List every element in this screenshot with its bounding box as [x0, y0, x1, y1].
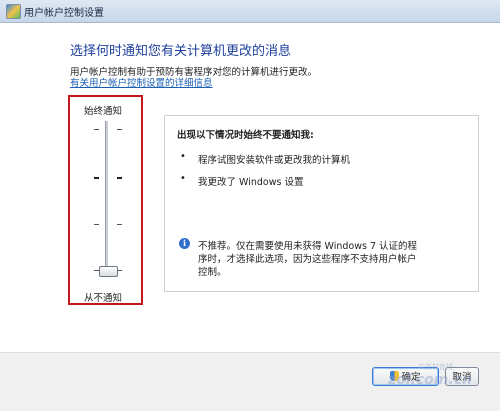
bullet-dot: •: [180, 173, 186, 184]
slider-bottom-label: 从不通知: [84, 293, 123, 304]
slider-track[interactable]: [105, 121, 108, 271]
uac-settings-window: 用户帐户控制设置 选择何时通知您有关计算机更改的消息 用户帐户控制有助于预防有害…: [0, 0, 500, 411]
slider-tick: [117, 177, 122, 179]
uac-settings-icon: [6, 4, 21, 19]
slider-tick: [117, 129, 122, 130]
uac-details-link[interactable]: 有关用户帐户控制设置的详细信息: [70, 75, 213, 89]
watermark-subtext: 中关村在线: [418, 363, 453, 371]
note-line: 控制。: [198, 267, 227, 278]
slider-tick: [94, 224, 99, 225]
info-icon: i: [179, 238, 190, 249]
slider-thumb[interactable]: [99, 266, 118, 277]
note-line: 不推荐。仅在需要使用未获得 Windows 7 认证的程: [198, 241, 418, 252]
page-heading: 选择何时通知您有关计算机更改的消息: [70, 44, 292, 59]
list-item: 程序试图安装软件或更改我的计算机: [198, 155, 351, 166]
watermark: zol.com.cn: [388, 372, 472, 388]
slider-top-label: 始终通知: [84, 106, 123, 117]
bullet-dot: •: [180, 151, 186, 162]
title-bar: 用户帐户控制设置: [0, 0, 500, 23]
panel-heading: 出现以下情况时始终不要通知我:: [177, 130, 314, 141]
note-line: 序时，才选择此选项，因为这些程序不支持用户帐户: [198, 254, 417, 265]
slider-tick: [117, 224, 122, 225]
slider-tick: [94, 129, 99, 130]
slider-tick: [94, 177, 99, 179]
list-item: 我更改了 Windows 设置: [198, 177, 304, 188]
window-title: 用户帐户控制设置: [24, 8, 104, 19]
